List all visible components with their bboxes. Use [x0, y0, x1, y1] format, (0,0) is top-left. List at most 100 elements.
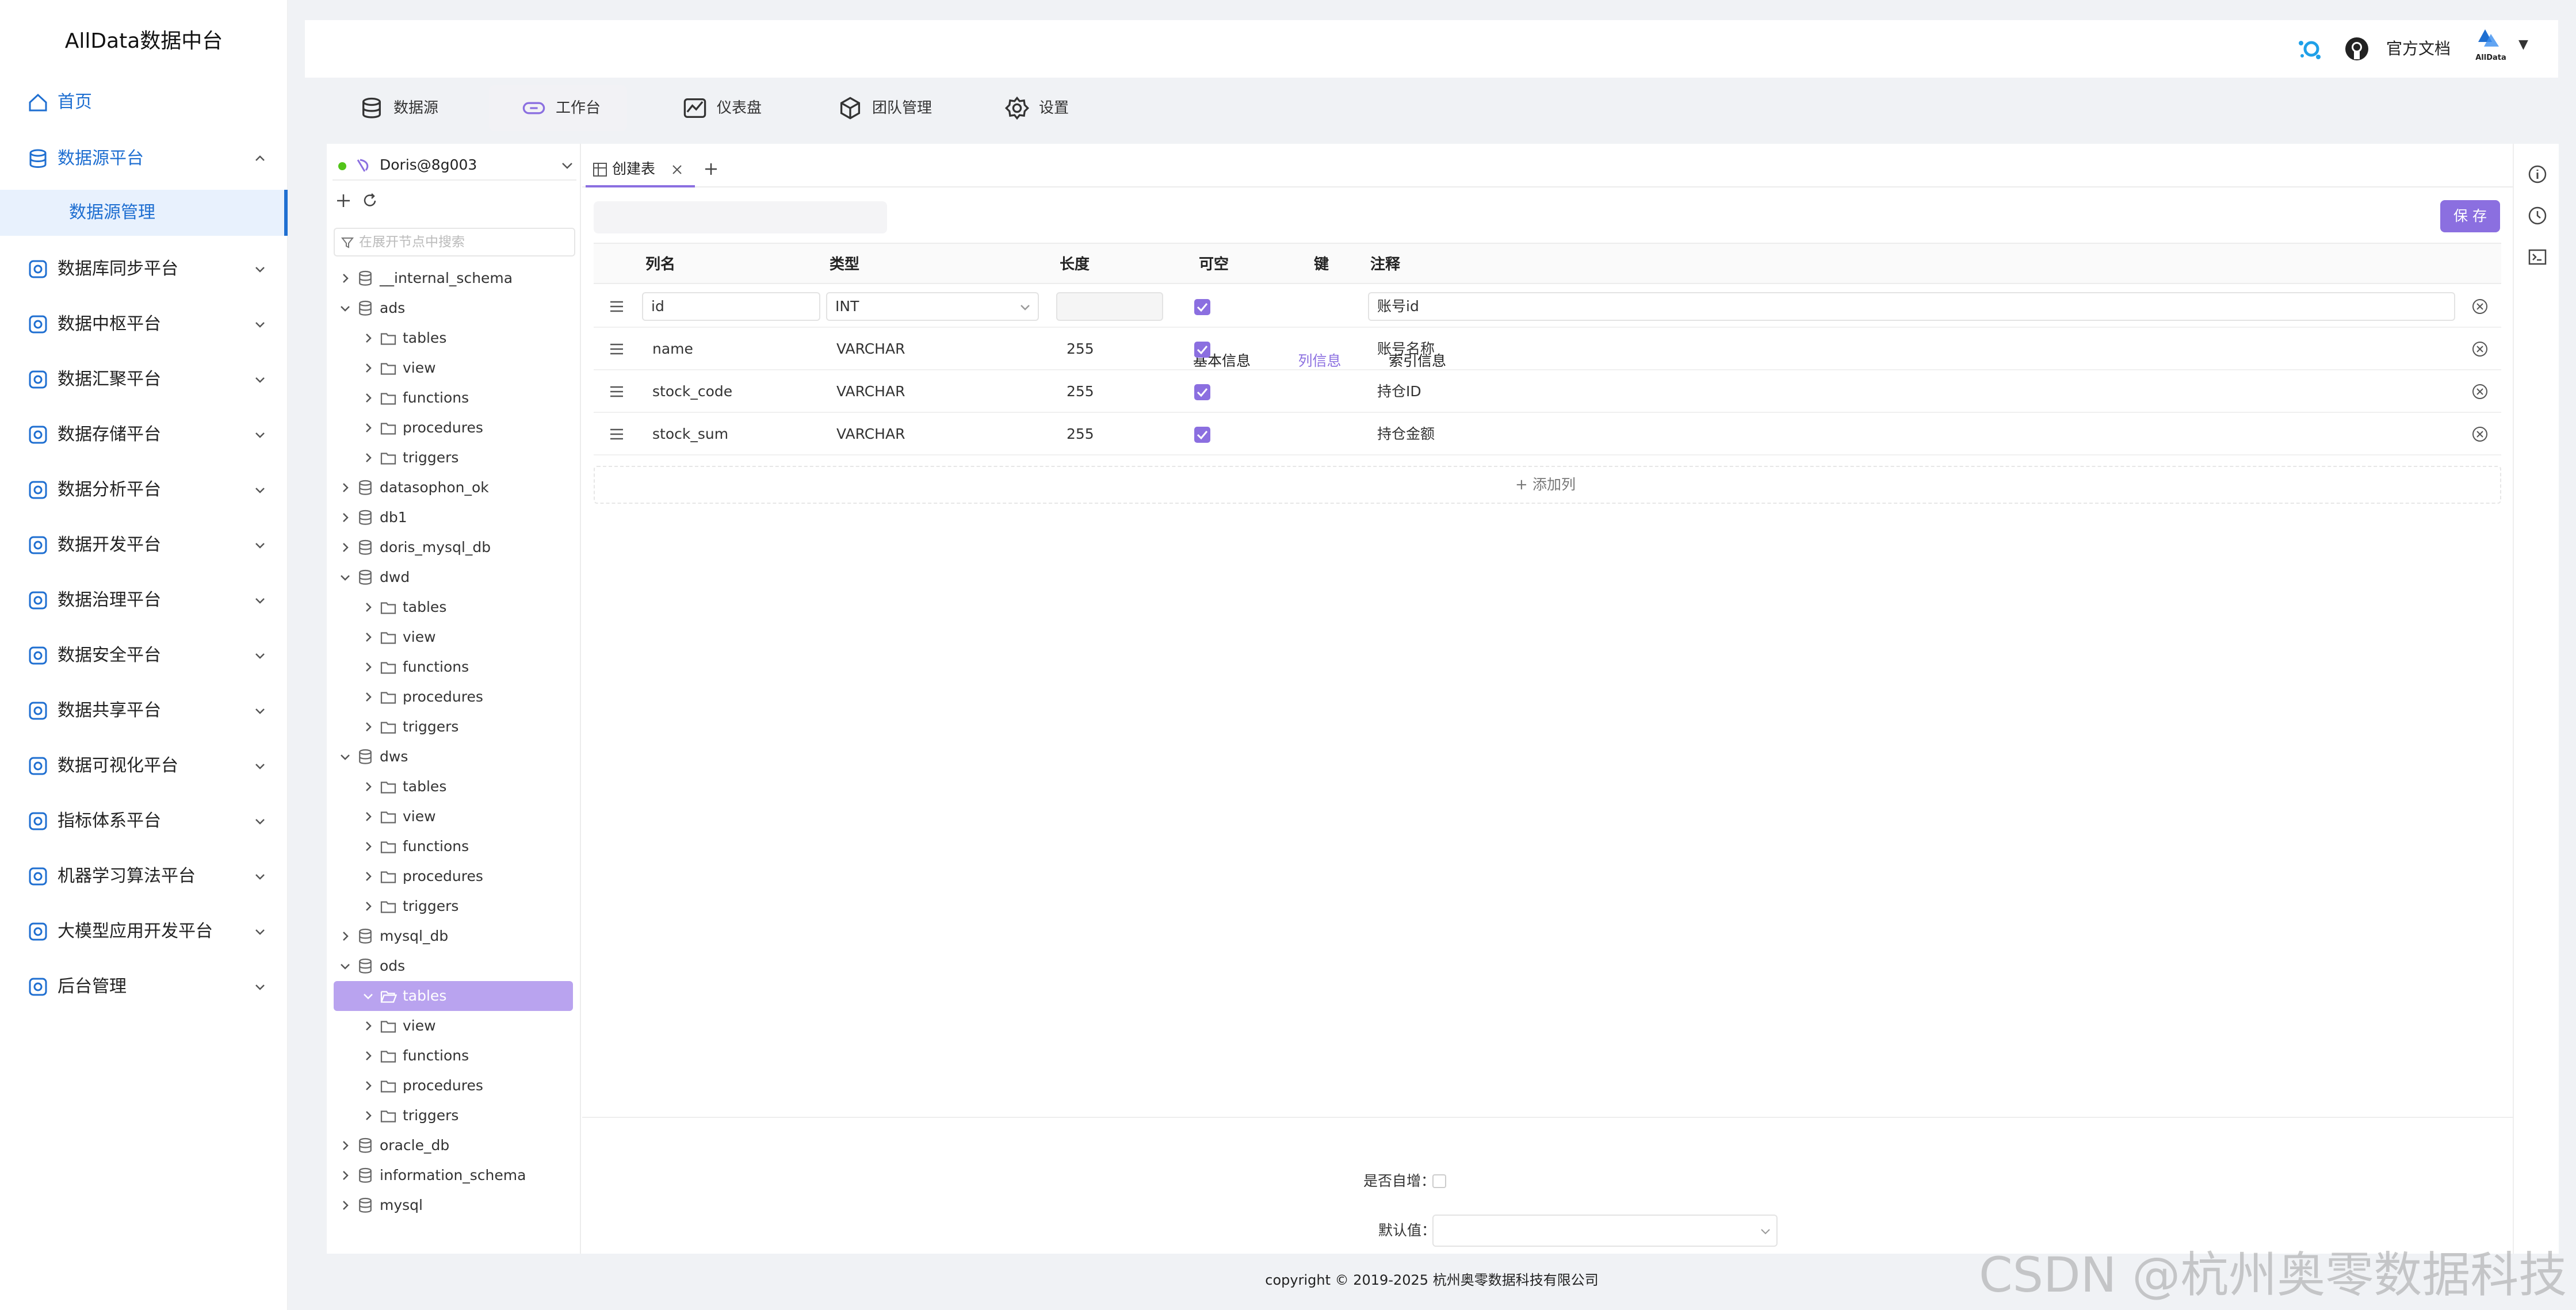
chevron-right-icon[interactable]: [338, 1198, 352, 1212]
save-button[interactable]: 保 存: [2440, 200, 2500, 232]
editor-tab-create-table[interactable]: 创建表: [586, 151, 695, 187]
chevron-down-icon[interactable]: [338, 570, 352, 584]
sidebar-item[interactable]: 数据治理平台: [0, 573, 288, 628]
chevron-right-icon[interactable]: [361, 720, 375, 734]
sidebar-item[interactable]: 指标体系平台: [0, 794, 288, 849]
column-name[interactable]: stock_sum: [652, 413, 728, 455]
chevron-right-icon[interactable]: [338, 1169, 352, 1182]
chevron-right-icon[interactable]: [361, 391, 375, 405]
column-name[interactable]: stock_code: [652, 370, 732, 413]
terminal-icon[interactable]: [2528, 247, 2547, 267]
delete-row-icon[interactable]: [2471, 383, 2489, 400]
auto-increment-checkbox[interactable]: [1432, 1174, 1446, 1188]
column-length[interactable]: 255: [1067, 370, 1094, 413]
github-icon[interactable]: [2344, 36, 2369, 62]
drag-handle-icon[interactable]: [609, 342, 625, 357]
top-tab[interactable]: 团队管理: [805, 85, 955, 131]
tree-node-database[interactable]: doris_mysql_db: [327, 533, 580, 562]
tree-node-database[interactable]: datasophon_ok: [327, 473, 580, 503]
info-icon[interactable]: [2528, 164, 2547, 184]
tree-node-folder[interactable]: view: [327, 1011, 580, 1041]
delete-row-icon[interactable]: [2471, 298, 2489, 315]
tree-node-database[interactable]: mysql: [327, 1190, 580, 1220]
chevron-down-icon[interactable]: [338, 750, 352, 764]
chevron-right-icon[interactable]: [361, 451, 375, 465]
drag-handle-icon[interactable]: [609, 427, 625, 442]
tree-node-database[interactable]: __internal_schema: [327, 263, 580, 293]
tree-search-input[interactable]: 在展开节点中搜索: [334, 228, 575, 256]
tree-node-database[interactable]: dwd: [327, 562, 580, 592]
tree-node-folder[interactable]: tables: [327, 323, 580, 353]
tree-node-database[interactable]: mysql_db: [327, 921, 580, 951]
user-menu-caret-icon[interactable]: ▼: [2518, 37, 2528, 52]
top-tab[interactable]: 仪表盘: [650, 85, 782, 131]
chevron-right-icon[interactable]: [361, 361, 375, 375]
chevron-right-icon[interactable]: [361, 331, 375, 345]
refresh-icon[interactable]: [361, 192, 379, 209]
chevron-right-icon[interactable]: [361, 600, 375, 614]
tree-node-folder[interactable]: triggers: [327, 443, 580, 473]
sidebar-item[interactable]: 数据中枢平台: [0, 297, 288, 352]
chevron-right-icon[interactable]: [338, 511, 352, 524]
chevron-right-icon[interactable]: [361, 1109, 375, 1123]
chevron-right-icon[interactable]: [361, 1049, 375, 1063]
delete-row-icon[interactable]: [2471, 426, 2489, 443]
close-tab-icon[interactable]: [671, 163, 683, 176]
add-icon[interactable]: [335, 192, 352, 209]
tree-node-folder[interactable]: functions: [327, 832, 580, 861]
column-type[interactable]: VARCHAR: [836, 370, 905, 413]
tree-node-folder[interactable]: tables: [327, 592, 580, 622]
chevron-right-icon[interactable]: [361, 869, 375, 883]
tree-node-folder[interactable]: procedures: [327, 1071, 580, 1101]
column-type-select[interactable]: INT: [826, 292, 1039, 321]
tree-node-folder[interactable]: functions: [327, 652, 580, 682]
tree-node-folder[interactable]: procedures: [327, 682, 580, 712]
tree-node-folder[interactable]: tables: [327, 772, 580, 802]
chevron-down-icon[interactable]: [361, 989, 375, 1003]
chevron-right-icon[interactable]: [361, 421, 375, 435]
column-length[interactable]: 255: [1067, 413, 1094, 455]
default-value-select[interactable]: [1432, 1215, 1778, 1247]
drag-handle-icon[interactable]: [609, 299, 625, 314]
chevron-right-icon[interactable]: [361, 1079, 375, 1093]
ai-assistant-icon[interactable]: [2295, 36, 2323, 62]
column-name[interactable]: name: [652, 328, 693, 370]
top-tab[interactable]: 工作台: [489, 85, 627, 131]
sidebar-item[interactable]: 后台管理: [0, 959, 288, 1014]
tree-node-folder[interactable]: triggers: [327, 712, 580, 742]
chevron-right-icon[interactable]: [361, 899, 375, 913]
sidebar-item[interactable]: 数据共享平台: [0, 683, 288, 738]
sidebar-item[interactable]: 数据存储平台: [0, 407, 288, 462]
sidebar-item[interactable]: 数据库同步平台: [0, 242, 288, 297]
sidebar-item[interactable]: 数据开发平台: [0, 518, 288, 573]
chevron-right-icon[interactable]: [361, 780, 375, 794]
tree-node-database[interactable]: oracle_db: [327, 1131, 580, 1160]
tree-node-folder[interactable]: procedures: [327, 413, 580, 443]
column-row[interactable]: name VARCHAR 255 账号名称: [594, 328, 2501, 370]
tree-node-folder[interactable]: functions: [327, 383, 580, 413]
add-column-button[interactable]: + 添加列: [594, 466, 2501, 504]
column-name-input[interactable]: id: [642, 292, 820, 321]
tree-node-folder[interactable]: view: [327, 353, 580, 383]
chevron-right-icon[interactable]: [338, 271, 352, 285]
tree-node-database[interactable]: information_schema: [327, 1160, 580, 1190]
column-type[interactable]: VARCHAR: [836, 328, 905, 370]
tree-node-database[interactable]: ods: [327, 951, 580, 981]
column-row[interactable]: stock_sum VARCHAR 255 持仓金额: [594, 413, 2501, 455]
tree-node-database[interactable]: db1: [327, 503, 580, 533]
sidebar-item[interactable]: 数据分析平台: [0, 462, 288, 518]
sidebar-item[interactable]: 数据安全平台: [0, 628, 288, 683]
new-tab-icon[interactable]: [703, 161, 719, 177]
tree-node-folder[interactable]: procedures: [327, 861, 580, 891]
chevron-right-icon[interactable]: [338, 1139, 352, 1152]
drag-handle-icon[interactable]: [609, 384, 625, 399]
tree-node-folder[interactable]: triggers: [327, 891, 580, 921]
chevron-right-icon[interactable]: [338, 481, 352, 495]
top-tab[interactable]: 设置: [972, 85, 1087, 131]
tree-node-database[interactable]: ads: [327, 293, 580, 323]
sidebar-item[interactable]: 数据源平台: [0, 131, 288, 186]
sidebar-subitem-datasource-management[interactable]: 数据源管理: [0, 190, 288, 236]
sidebar-item[interactable]: 首页: [0, 75, 288, 130]
chevron-down-icon[interactable]: [338, 301, 352, 315]
tree-node-database[interactable]: dws: [327, 742, 580, 772]
